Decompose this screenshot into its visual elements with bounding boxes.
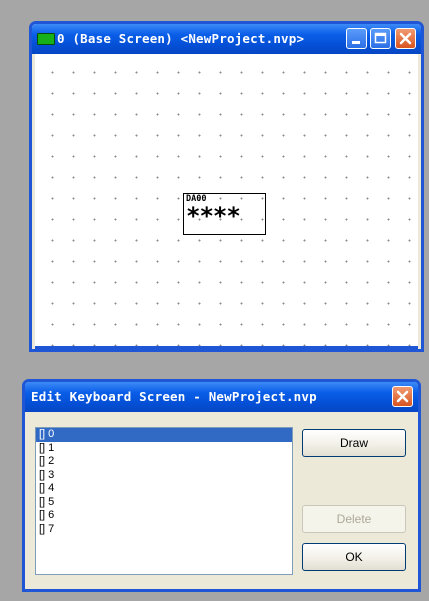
list-item[interactable]: [] 4	[36, 482, 292, 496]
close-icon	[396, 390, 409, 403]
list-item[interactable]: [] 5	[36, 496, 292, 510]
screen-app-icon	[37, 33, 55, 45]
data-display-object[interactable]: DA00 ****	[183, 193, 266, 235]
close-icon	[399, 32, 412, 45]
base-screen-title: 0 (Base Screen) <NewProject.nvp>	[57, 31, 305, 46]
base-screen-window: 0 (Base Screen) <NewProject.nvp> DA00 **…	[29, 21, 424, 352]
list-item[interactable]: [] 3	[36, 469, 292, 483]
screen-canvas[interactable]: DA00 ****	[35, 54, 418, 349]
base-screen-titlebar[interactable]: 0 (Base Screen) <NewProject.nvp>	[32, 24, 421, 54]
minimize-button[interactable]	[346, 28, 367, 49]
object-value: ****	[186, 202, 241, 230]
keyboard-screen-list[interactable]: [] 0 [] 1 [] 2 [] 3 [] 4 [] 5 [] 6 [] 7	[35, 427, 293, 575]
delete-button: Delete	[302, 505, 406, 533]
edit-keyboard-dialog: Edit Keyboard Screen - NewProject.nvp []…	[22, 379, 421, 592]
list-item[interactable]: [] 0	[36, 428, 292, 442]
maximize-icon	[374, 32, 387, 44]
dialog-titlebar[interactable]: Edit Keyboard Screen - NewProject.nvp	[25, 382, 418, 412]
dialog-body: [] 0 [] 1 [] 2 [] 3 [] 4 [] 5 [] 6 [] 7 …	[25, 412, 418, 589]
ok-button[interactable]: OK	[302, 543, 406, 571]
dialog-title: Edit Keyboard Screen - NewProject.nvp	[31, 389, 317, 404]
list-item[interactable]: [] 1	[36, 442, 292, 456]
minimize-icon	[352, 41, 360, 44]
list-item[interactable]: [] 6	[36, 509, 292, 523]
close-button[interactable]	[395, 28, 416, 49]
dialog-close-button[interactable]	[392, 386, 413, 407]
draw-button[interactable]: Draw	[302, 429, 406, 457]
list-item[interactable]: [] 2	[36, 455, 292, 469]
maximize-button[interactable]	[370, 28, 391, 49]
list-item[interactable]: [] 7	[36, 523, 292, 537]
